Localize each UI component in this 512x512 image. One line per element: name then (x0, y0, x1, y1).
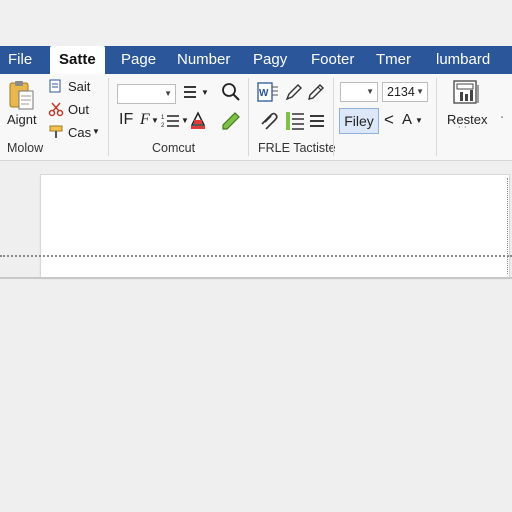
tab-number[interactable]: Number (177, 46, 230, 74)
size-dropdown[interactable]: 2134 ▼ (382, 82, 428, 102)
paste-icon[interactable] (8, 80, 36, 112)
pen-icon[interactable] (284, 82, 304, 107)
svg-text:2: 2 (161, 123, 165, 129)
chevron-down-icon: ▼ (416, 87, 424, 96)
tab-page[interactable]: Page (121, 46, 156, 74)
attachment-icon[interactable] (258, 110, 280, 137)
align-icon[interactable] (308, 112, 326, 135)
font-a-button[interactable]: A (402, 111, 412, 128)
style-dropdown[interactable]: ▼ (340, 82, 378, 102)
tab-footer[interactable]: Footer (311, 46, 354, 74)
format-button-f[interactable]: F (140, 111, 150, 129)
tab-pagy[interactable]: Pagy (253, 46, 287, 74)
page-boundary (0, 255, 512, 257)
ribbon: Aignt Sait Out Cas ▼ Molow ▼ ▼ IF F ▼ 12… (0, 74, 512, 161)
paste-label[interactable]: Aignt (7, 112, 37, 127)
chevron-down-icon[interactable]: ▼ (92, 127, 100, 136)
group-divider (248, 78, 249, 156)
group-label-paragraph: FRLE Tactiste (258, 141, 336, 155)
editing-sub: ˙ ˙ (458, 126, 468, 137)
clipboard-item-cas[interactable]: Cas (68, 125, 91, 140)
scissors-icon[interactable] (48, 101, 64, 122)
format-painter-icon[interactable] (48, 124, 64, 145)
chevron-down-icon[interactable]: ▼ (151, 116, 159, 125)
size-value: 2134 (387, 85, 415, 99)
group-divider (436, 78, 437, 156)
clipboard-item-out[interactable]: Out (68, 102, 89, 117)
font-name-dropdown[interactable]: ▼ (117, 84, 176, 104)
font-color-icon[interactable] (188, 110, 208, 135)
tab-tmer[interactable]: Tmer (376, 46, 411, 74)
chevron-down-icon: ▼ (164, 89, 172, 98)
group-divider (333, 78, 334, 156)
group-divider (108, 78, 109, 156)
tab-lumbard[interactable]: lumbard (436, 46, 490, 74)
document-page[interactable] (40, 174, 510, 278)
ribbon-more-marker: ‧ (500, 110, 505, 125)
pencil-icon[interactable] (306, 82, 326, 107)
svg-text:1: 1 (161, 115, 165, 121)
svg-text:W: W (259, 88, 269, 99)
title-strip (0, 0, 512, 46)
tab-satte[interactable]: Satte (50, 46, 105, 74)
chevron-down-icon[interactable]: ▼ (201, 88, 209, 97)
chevron-down-icon: ▼ (366, 87, 374, 96)
clipboard-item-sait[interactable]: Sait (68, 79, 90, 94)
page-edge (507, 178, 512, 274)
editing-icon[interactable] (452, 79, 482, 112)
text-lines-icon[interactable] (284, 110, 306, 137)
cut-icon[interactable] (48, 78, 64, 99)
numbered-list-icon[interactable]: 12 (161, 112, 181, 135)
chevron-down-icon[interactable]: ▼ (415, 116, 423, 125)
page-shadow (0, 277, 512, 279)
highlighter-icon[interactable] (220, 110, 242, 137)
group-label-clipboard: Molow (7, 141, 44, 155)
word-document-icon[interactable]: W (257, 81, 279, 108)
editing-label[interactable]: Restex (447, 112, 487, 127)
style-highlight-button[interactable]: Filey (339, 108, 379, 134)
search-icon[interactable] (221, 82, 241, 107)
group-label-font: Comcut (152, 141, 196, 155)
format-button-if[interactable]: IF (119, 111, 133, 129)
nav-left-button[interactable]: < (384, 110, 394, 130)
tab-file[interactable]: File (8, 46, 32, 74)
list-icon[interactable] (182, 83, 200, 106)
ribbon-tab-bar: File Satte Page Number Pagy Footer Tmer … (0, 46, 512, 74)
